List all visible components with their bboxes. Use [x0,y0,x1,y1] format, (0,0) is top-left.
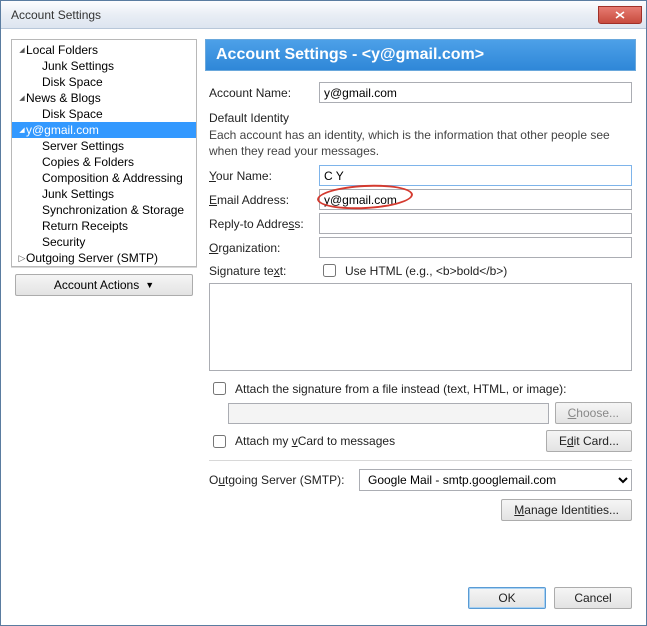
account-name-input[interactable] [319,82,632,103]
email-label: Email Address: [209,193,319,207]
attach-vcard-label: Attach my vCard to messages [235,434,395,448]
tree-item-label: Junk Settings [42,187,114,201]
tree-item[interactable]: Disk Space [12,106,196,122]
tree-item[interactable]: Return Receipts [12,218,196,234]
choose-button[interactable]: Choose... [555,402,632,424]
tree-item[interactable]: Junk Settings [12,58,196,74]
tree-item[interactable]: ◢y@gmail.com [12,122,196,138]
panel-header: Account Settings - <y@gmail.com> [205,39,636,71]
organization-input[interactable] [319,237,632,258]
chevron-down-icon: ▼ [145,280,154,290]
attach-file-label: Attach the signature from a file instead… [235,382,566,396]
edit-card-button[interactable]: Edit Card... [546,430,632,452]
smtp-label: Outgoing Server (SMTP): [209,473,359,487]
smtp-combo[interactable]: Google Mail - smtp.googlemail.com [359,469,632,491]
tree-item-label: Return Receipts [42,219,128,233]
account-name-label: Account Name: [209,86,319,100]
titlebar: Account Settings [1,1,646,29]
use-html-checkbox[interactable] [323,264,336,277]
ok-button[interactable]: OK [468,587,546,609]
tree-item-label: Copies & Folders [42,155,134,169]
tree-item[interactable]: ▷Outgoing Server (SMTP) [12,250,196,266]
identity-hint: Each account has an identity, which is t… [209,127,626,159]
your-name-input[interactable] [319,165,632,186]
close-button[interactable] [598,6,642,24]
expand-arrow-icon: ◢ [18,46,26,54]
tree-item-label: Composition & Addressing [42,171,183,185]
replyto-label: Reply-to Address: [209,217,319,231]
tree-item[interactable]: Synchronization & Storage [12,202,196,218]
tree-item[interactable]: Junk Settings [12,186,196,202]
expand-arrow-icon: ◢ [18,94,26,102]
account-tree[interactable]: ◢Local FoldersJunk SettingsDisk Space◢Ne… [11,39,197,267]
replyto-input[interactable] [319,213,632,234]
tree-item-label: Disk Space [42,75,103,89]
tree-item[interactable]: Disk Space [12,74,196,90]
panel-body: Account Name: Default Identity Each acco… [205,71,636,577]
tree-item-label: Outgoing Server (SMTP) [26,251,158,265]
tree-item-label: Local Folders [26,43,98,57]
tree-item-label: News & Blogs [26,91,101,105]
organization-label: Organization: [209,241,319,255]
tree-item[interactable]: Server Settings [12,138,196,154]
tree-item-label: Security [42,235,85,249]
account-actions-label: Account Actions [54,278,139,292]
signature-textarea[interactable] [209,283,632,371]
attach-file-checkbox[interactable] [213,382,226,395]
close-icon [615,11,625,19]
account-actions-button[interactable]: Account Actions ▼ [15,274,193,296]
tree-item[interactable]: ◢News & Blogs [12,90,196,106]
tree-item[interactable]: Copies & Folders [12,154,196,170]
attach-vcard-checkbox[interactable] [213,435,226,448]
manage-identities-button[interactable]: Manage Identities... [501,499,632,521]
tree-item-label: Synchronization & Storage [42,203,184,217]
expand-arrow-icon: ▷ [18,253,26,264]
tree-item-label: y@gmail.com [26,123,99,137]
use-html-label: Use HTML (e.g., <b>bold</b>) [345,264,507,278]
cancel-button[interactable]: Cancel [554,587,632,609]
tree-item[interactable]: Composition & Addressing [12,170,196,186]
dialog-footer: OK Cancel [1,577,646,621]
tree-item[interactable]: Security [12,234,196,250]
email-input[interactable] [319,189,632,210]
window-title: Account Settings [11,8,598,22]
your-name-label: Your Name: [209,169,319,183]
window-buttons [598,6,642,24]
tree-item[interactable]: ◢Local Folders [12,42,196,58]
signature-file-input [228,403,549,424]
signature-label: Signature text: [209,264,319,278]
expand-arrow-icon: ◢ [18,126,26,134]
tree-item-label: Server Settings [42,139,124,153]
default-identity-heading: Default Identity [209,111,632,125]
tree-item-label: Disk Space [42,107,103,121]
tree-item-label: Junk Settings [42,59,114,73]
separator [209,460,632,461]
